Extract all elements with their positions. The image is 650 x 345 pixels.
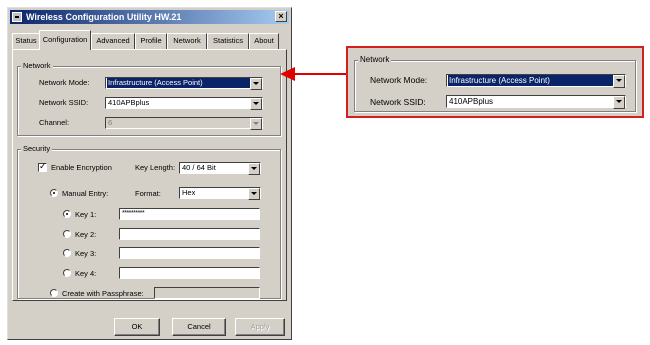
key-length-label: Key Length: (135, 163, 176, 172)
key3-radio[interactable] (63, 249, 71, 257)
passphrase-input (154, 287, 260, 299)
title-bar[interactable]: Wireless Configuration Utility HW.21 × (10, 10, 289, 24)
network-legend: Network (21, 61, 53, 70)
tab-network[interactable]: Network (167, 33, 207, 49)
network-ssid-select[interactable]: 410APBplus (105, 97, 263, 110)
close-icon: × (278, 11, 284, 21)
callout-arrow-icon (280, 67, 295, 81)
callout-network-legend: Network (358, 55, 392, 64)
network-ssid-label: Network SSID: (39, 98, 89, 107)
enable-encryption-checkbox[interactable]: ✓ (38, 161, 47, 172)
key-length-value: 40 / 64 Bit (182, 163, 216, 172)
callout-network-ssid-value: 410APBplus (449, 97, 494, 106)
cancel-button[interactable]: Cancel (172, 318, 226, 336)
tab-statistics[interactable]: Statistics (207, 33, 249, 49)
chevron-down-icon[interactable] (248, 188, 260, 200)
network-ssid-value: 410APBplus (108, 98, 150, 107)
security-legend: Security (21, 144, 53, 153)
network-mode-select[interactable]: Infrastructure (Access Point) (105, 77, 263, 90)
app-icon (12, 12, 22, 22)
chevron-down-icon[interactable] (613, 96, 625, 109)
key2-label: Key 2: (75, 230, 97, 239)
enable-encryption-label: Enable Encryption (51, 163, 112, 172)
format-value: Hex (182, 188, 196, 197)
close-button[interactable]: × (275, 11, 287, 22)
callout-network-ssid-label: Network SSID: (370, 97, 426, 107)
ok-button[interactable]: OK (114, 318, 160, 336)
chevron-down-icon[interactable] (250, 78, 262, 90)
format-label: Format: (135, 189, 161, 198)
tab-status[interactable]: Status (12, 33, 40, 49)
chevron-down-icon[interactable] (613, 75, 625, 88)
key4-label: Key 4: (75, 269, 97, 278)
callout-arrow-line (295, 73, 347, 75)
zoom-callout: Network Network Mode: Infrastructure (Ac… (346, 46, 644, 118)
window-title: Wireless Configuration Utility HW.21 (26, 12, 182, 22)
manual-entry-radio[interactable] (50, 189, 58, 197)
checkmark-icon: ✓ (39, 161, 47, 171)
chevron-down-icon[interactable] (250, 98, 262, 110)
chevron-down-icon[interactable] (248, 163, 260, 175)
key3-input[interactable] (119, 247, 260, 259)
channel-label: Channel: (39, 118, 70, 127)
chevron-down-icon (250, 118, 262, 130)
key2-radio[interactable] (63, 230, 71, 238)
key1-input[interactable]: ********** (119, 208, 260, 220)
key4-input[interactable] (119, 267, 260, 279)
tab-profile[interactable]: Profile (135, 33, 167, 49)
passphrase-radio[interactable] (50, 289, 58, 297)
format-select[interactable]: Hex (179, 187, 261, 200)
wireless-config-window: Wireless Configuration Utility HW.21 × S… (7, 7, 292, 340)
network-mode-value: Infrastructure (Access Point) (107, 78, 250, 88)
passphrase-label: Create with Passphrase: (62, 289, 144, 298)
manual-entry-label: Manual Entry: (62, 189, 109, 198)
tab-advanced[interactable]: Advanced (91, 33, 135, 49)
tab-configuration[interactable]: Configuration (39, 30, 91, 50)
key1-value: ********** (122, 210, 145, 217)
apply-button: Apply (235, 318, 285, 336)
channel-value: 6 (108, 118, 113, 127)
channel-select: 6 (105, 117, 263, 130)
network-mode-label: Network Mode: (39, 78, 90, 87)
callout-network-mode-value: Infrastructure (Access Point) (448, 75, 613, 86)
key2-input[interactable] (119, 228, 260, 240)
key1-radio[interactable] (63, 210, 71, 218)
key4-radio[interactable] (63, 269, 71, 277)
tab-about[interactable]: About (249, 33, 279, 49)
callout-network-mode-select[interactable]: Infrastructure (Access Point) (446, 74, 626, 88)
key-length-select[interactable]: 40 / 64 Bit (179, 162, 261, 175)
key3-label: Key 3: (75, 249, 97, 258)
callout-network-mode-label: Network Mode: (370, 75, 428, 85)
callout-network-ssid-select[interactable]: 410APBplus (446, 95, 626, 109)
configuration-panel: Network Network Mode: Infrastructure (Ac… (12, 49, 287, 301)
key1-label: Key 1: (75, 210, 97, 219)
